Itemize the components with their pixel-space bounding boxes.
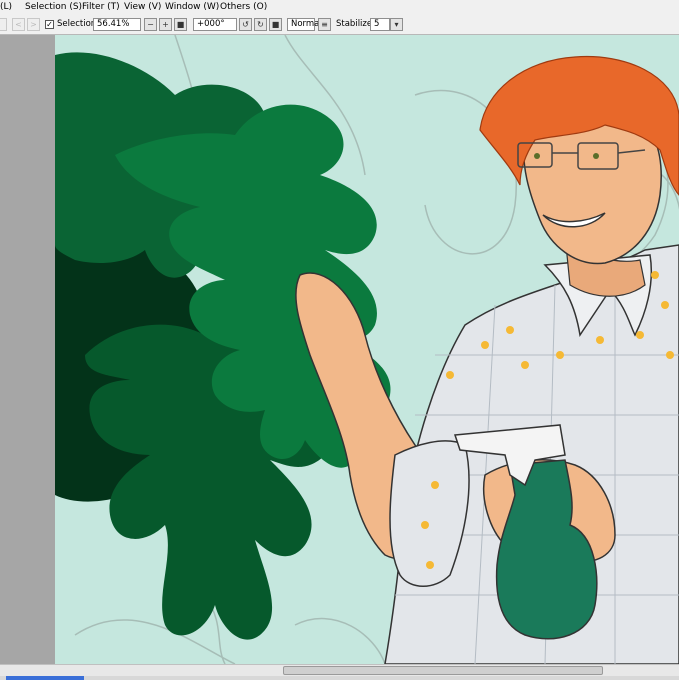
blend-mode-select[interactable]: Normal — [287, 18, 322, 31]
checkmark-icon: ✓ — [46, 20, 53, 29]
redo-button[interactable]: > — [27, 18, 40, 31]
rotate-right-button[interactable]: ↻ — [254, 18, 267, 31]
plus-icon: + — [162, 20, 169, 29]
menu-others[interactable]: Others (O) — [220, 2, 267, 12]
minus-icon: − — [147, 20, 154, 29]
menu-window[interactable]: Window (W) — [165, 2, 219, 12]
rotate-left-button[interactable]: ↺ — [239, 18, 252, 31]
zoom-out-button[interactable]: − — [144, 18, 157, 31]
stabilizer-value-field[interactable]: 5 — [370, 18, 390, 31]
zoom-field[interactable]: 56.41% — [93, 18, 141, 31]
selection-checkbox[interactable]: ✓ — [45, 20, 54, 29]
dropdown-icon: ≡ — [321, 20, 328, 29]
chevron-down-icon: ▾ — [394, 20, 399, 29]
zoom-in-button[interactable]: + — [159, 18, 172, 31]
square-icon: ■ — [271, 20, 280, 29]
active-tab-indicator[interactable] — [6, 676, 84, 680]
menu-filter[interactable]: Filter (T) — [82, 2, 120, 12]
square-icon: ■ — [176, 20, 185, 29]
toolbar: < > ✓ Selection 56.41% − + ■ +000° ↺ ↻ ■… — [0, 16, 679, 35]
menu-layer[interactable]: (L) — [0, 2, 12, 12]
tool-button[interactable] — [0, 18, 7, 31]
left-eye — [534, 153, 540, 159]
undo-button[interactable]: < — [12, 18, 25, 31]
blend-mode-dropdown-button[interactable]: ≡ — [318, 18, 331, 31]
menu-bar: (L) Selection (S) Filter (T) View (V) Wi… — [0, 0, 679, 16]
rotate-reset-button[interactable]: ■ — [269, 18, 282, 31]
menu-view[interactable]: View (V) — [124, 2, 161, 12]
undo-icon: < — [15, 20, 22, 29]
zoom-fit-button[interactable]: ■ — [174, 18, 187, 31]
stabilizer-dropdown-button[interactable]: ▾ — [390, 18, 403, 31]
menu-selection[interactable]: Selection (S) — [25, 2, 82, 12]
workspace-background — [0, 35, 55, 664]
rotation-field[interactable]: +000° — [193, 18, 237, 31]
status-bar — [0, 676, 679, 680]
drawing-canvas[interactable] — [55, 35, 679, 664]
redo-icon: > — [30, 20, 37, 29]
right-eye — [593, 153, 599, 159]
selection-checkbox-label: Selection — [57, 19, 97, 29]
horizontal-scrollbar-thumb[interactable] — [283, 666, 603, 675]
rotate-right-icon: ↻ — [257, 20, 264, 29]
rotate-left-icon: ↺ — [242, 20, 249, 29]
artwork-illustration — [55, 35, 679, 664]
